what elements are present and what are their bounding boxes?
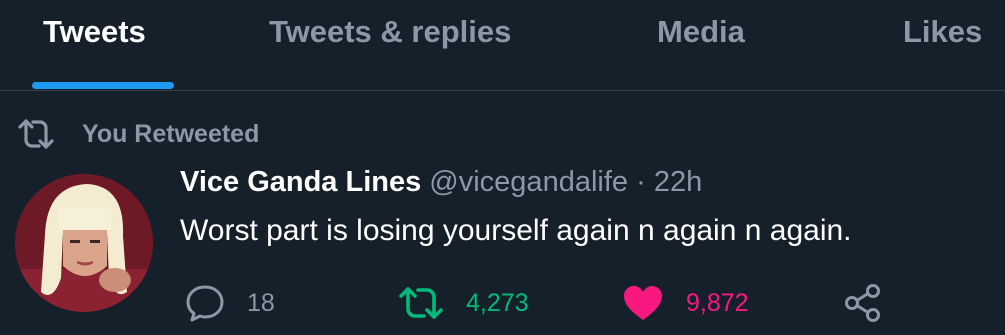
heart-icon — [622, 284, 664, 322]
tweet-time[interactable]: 22h — [654, 166, 702, 198]
reply-count: 18 — [247, 288, 275, 317]
separator-dot: · — [636, 166, 646, 198]
profile-photo — [15, 174, 153, 312]
tab-tweets-replies[interactable]: Tweets & replies — [269, 10, 511, 54]
avatar[interactable] — [15, 174, 153, 312]
like-button[interactable]: 9,872 — [622, 283, 749, 323]
active-tab-indicator — [32, 82, 174, 89]
share-icon — [843, 283, 883, 323]
tab-likes[interactable]: Likes — [903, 10, 982, 54]
tab-tweets[interactable]: Tweets — [43, 10, 146, 54]
retweet-count: 4,273 — [466, 288, 529, 317]
profile-timeline: Tweets Tweets & replies Media Likes You … — [0, 0, 1005, 335]
retweet-icon — [17, 118, 55, 150]
like-count: 9,872 — [686, 288, 749, 317]
author-name[interactable]: Vice Ganda Lines — [180, 166, 421, 198]
tweet-header: Vice Ganda Lines @vicegandalife · 22h — [180, 166, 702, 206]
author-handle[interactable]: @vicegandalife — [429, 166, 628, 198]
reply-icon — [185, 284, 225, 322]
reply-button[interactable]: 18 — [185, 283, 275, 323]
retweet-icon — [398, 285, 444, 321]
profile-tabs: Tweets Tweets & replies Media Likes — [0, 0, 1005, 91]
tab-media[interactable]: Media — [657, 10, 745, 54]
retweet-context: You Retweeted — [17, 114, 259, 154]
tweet-text: Worst part is losing yourself again n ag… — [180, 214, 852, 247]
retweet-button[interactable]: 4,273 — [398, 283, 529, 323]
share-button[interactable] — [843, 283, 883, 323]
retweet-context-label[interactable]: You Retweeted — [82, 120, 259, 149]
